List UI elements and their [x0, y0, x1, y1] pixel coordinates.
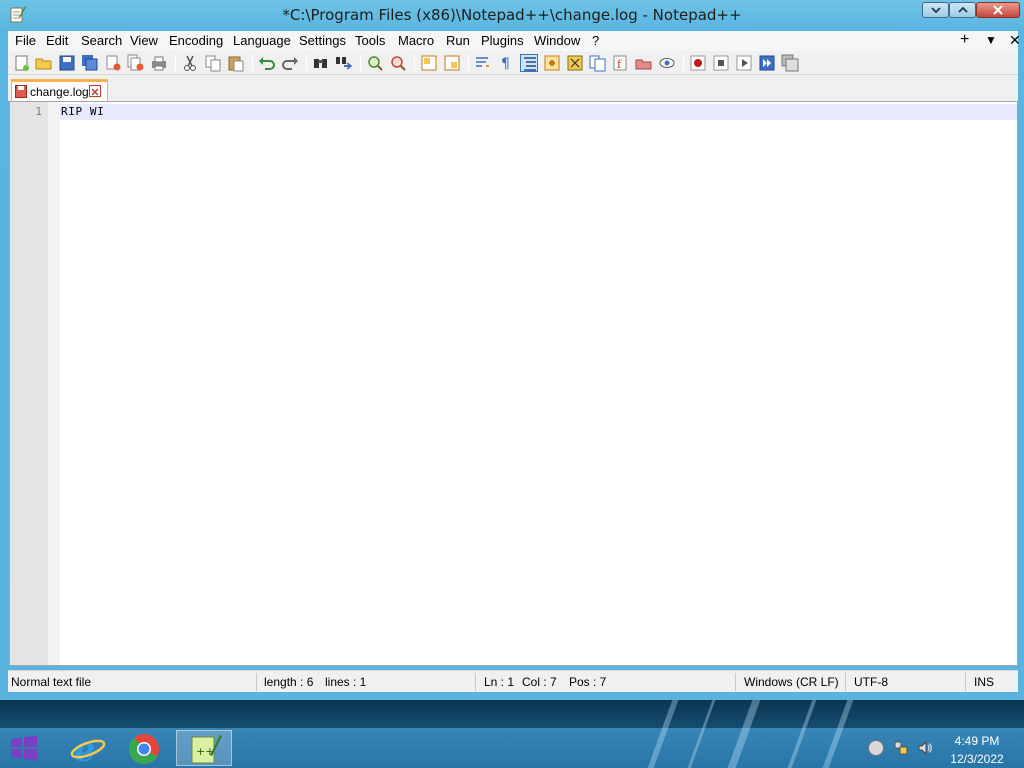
menu-view[interactable]: View: [130, 33, 158, 48]
menu-window[interactable]: Window: [534, 33, 580, 48]
save-all-icon[interactable]: [81, 54, 99, 72]
notepad-plus-plus-window: *C:\Program Files (x86)\Notepad++\change…: [0, 0, 1024, 700]
indent-guide-icon[interactable]: [520, 54, 538, 72]
stop-macro-icon[interactable]: [712, 54, 730, 72]
function-list-icon[interactable]: f: [612, 54, 630, 72]
status-lines: lines : 1: [325, 675, 367, 689]
monitoring-icon[interactable]: [658, 54, 676, 72]
tab-label: change.log: [30, 85, 89, 99]
status-eol[interactable]: Windows (CR LF): [744, 675, 839, 689]
svg-text:++: ++: [196, 745, 214, 758]
tab-close-button[interactable]: [89, 85, 101, 97]
taskbar-notepad-plus-plus[interactable]: ++: [176, 730, 232, 766]
chrome-icon: [128, 734, 159, 765]
title-bar[interactable]: *C:\Program Files (x86)\Notepad++\change…: [0, 0, 1024, 31]
zoom-out-icon[interactable]: [389, 54, 407, 72]
current-line-highlight: [60, 104, 1017, 120]
play-macro-icon[interactable]: [735, 54, 753, 72]
copy-icon[interactable]: [204, 54, 222, 72]
close-window-button[interactable]: [976, 2, 1020, 18]
doc-map-icon[interactable]: [566, 54, 584, 72]
close-icon: [993, 5, 1003, 15]
maximize-button[interactable]: [949, 2, 976, 18]
replace-icon[interactable]: [335, 54, 353, 72]
clock-date[interactable]: 12/3/2022: [940, 752, 1014, 766]
show-hidden-icons-button[interactable]: [868, 740, 884, 756]
save-macro-icon[interactable]: [781, 54, 799, 72]
window-title: *C:\Program Files (x86)\Notepad++\change…: [282, 6, 742, 24]
new-file-icon[interactable]: [13, 54, 31, 72]
new-tab-button[interactable]: +: [960, 31, 969, 49]
close-all-icon[interactable]: [127, 54, 145, 72]
close-icon: [91, 88, 99, 96]
menu-tools[interactable]: Tools: [355, 33, 385, 48]
unsaved-file-icon: [15, 85, 27, 98]
print-icon[interactable]: [150, 54, 168, 72]
menu-encoding[interactable]: Encoding: [169, 33, 223, 48]
close-icon[interactable]: [104, 54, 122, 72]
maximize-icon: [957, 7, 968, 13]
volume-icon[interactable]: [917, 740, 933, 756]
menu-bar: File Edit Search View Encoding Language …: [8, 31, 1021, 51]
cut-icon[interactable]: [181, 54, 199, 72]
menu-plugins[interactable]: Plugins: [481, 33, 524, 48]
toolbar: ¶ f: [8, 51, 1018, 75]
run-macro-multiple-icon[interactable]: [758, 54, 776, 72]
taskbar-chrome[interactable]: [117, 730, 173, 766]
taskbar-internet-explorer[interactable]: e: [60, 730, 116, 768]
show-all-chars-icon[interactable]: ¶: [497, 54, 515, 72]
clock-time[interactable]: 4:49 PM: [940, 734, 1014, 748]
tab-change-log[interactable]: change.log: [11, 79, 108, 101]
status-bar: Normal text file length : 6 lines : 1 Ln…: [8, 670, 1018, 692]
doc-list-icon[interactable]: [589, 54, 607, 72]
sync-vertical-icon[interactable]: [420, 54, 438, 72]
tab-bar: change.log: [8, 75, 1018, 101]
paste-icon[interactable]: [227, 54, 245, 72]
menu-settings[interactable]: Settings: [299, 33, 346, 48]
notepad-plus-plus-icon: ++: [191, 735, 222, 764]
tab-list-dropdown-button[interactable]: ▼: [985, 33, 997, 47]
open-file-icon[interactable]: [35, 54, 53, 72]
udl-icon[interactable]: [543, 54, 561, 72]
minimize-icon: [930, 7, 941, 13]
zoom-in-icon[interactable]: [366, 54, 384, 72]
status-insert-mode[interactable]: INS: [974, 675, 994, 689]
editor-line-text[interactable]: RIP WI: [61, 105, 104, 118]
menu-edit[interactable]: Edit: [46, 33, 68, 48]
find-icon[interactable]: [312, 54, 330, 72]
save-icon[interactable]: [58, 54, 76, 72]
menu-macro[interactable]: Macro: [398, 33, 434, 48]
menu-search[interactable]: Search: [81, 33, 122, 48]
word-wrap-icon[interactable]: [474, 54, 492, 72]
menu-run[interactable]: Run: [446, 33, 470, 48]
internet-explorer-icon: e: [70, 730, 106, 768]
line-number: 1: [35, 105, 42, 118]
menu-language[interactable]: Language: [233, 33, 291, 48]
status-column: Col : 7: [522, 675, 557, 689]
text-editor[interactable]: 1 RIP WI: [9, 101, 1018, 666]
status-position: Pos : 7: [569, 675, 607, 689]
folder-workspace-icon[interactable]: [635, 54, 653, 72]
windows-logo-icon: [11, 735, 37, 761]
status-line: Ln : 1: [484, 675, 515, 689]
sync-horizontal-icon[interactable]: [443, 54, 461, 72]
network-icon[interactable]: [893, 740, 909, 756]
menu-help[interactable]: ?: [592, 33, 599, 48]
status-file-type: Normal text file: [11, 675, 92, 689]
svg-text:¶: ¶: [501, 56, 510, 72]
menu-file[interactable]: File: [15, 33, 36, 48]
record-macro-icon[interactable]: [689, 54, 707, 72]
start-button[interactable]: [8, 732, 40, 764]
fold-margin[interactable]: [48, 102, 60, 665]
status-encoding[interactable]: UTF-8: [854, 675, 888, 689]
redo-icon[interactable]: [281, 54, 299, 72]
minimize-button[interactable]: [922, 2, 949, 18]
close-document-button[interactable]: ✕: [1009, 32, 1021, 49]
status-length: length : 6: [264, 675, 314, 689]
undo-icon[interactable]: [258, 54, 276, 72]
